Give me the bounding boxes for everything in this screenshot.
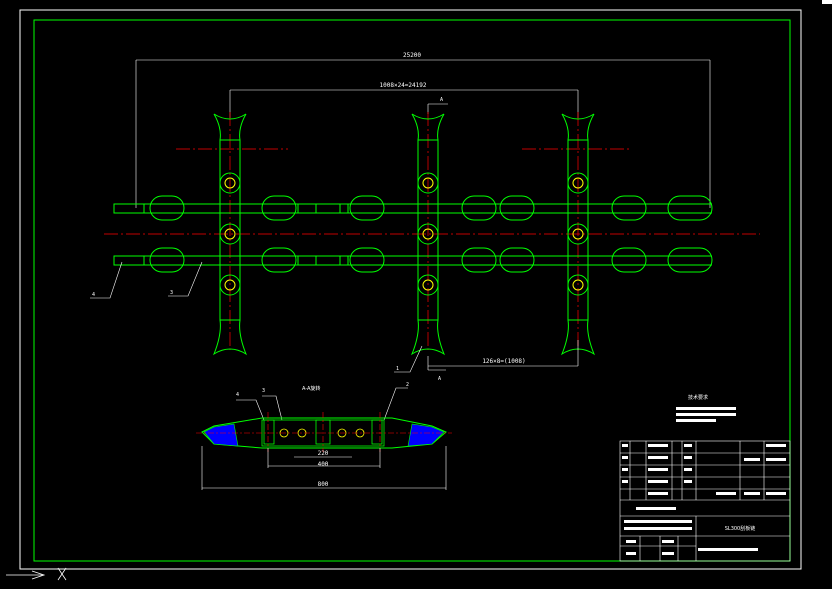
callout-6: 2 [406, 382, 409, 388]
drawing-title: SL300刮板链 [725, 525, 756, 532]
lower-chain-strand [113, 247, 713, 273]
section-dim-800: 800 [318, 481, 329, 488]
callout-5: 3 [262, 388, 265, 394]
section-view-title: A-A旋转 [302, 385, 320, 392]
link-spacing-label: 126×8=(1008) [482, 358, 525, 365]
overall-length-label: 25200 [403, 52, 421, 59]
section-view [196, 412, 452, 452]
section-dim-220: 220 [318, 450, 329, 457]
technical-notes-text [676, 407, 736, 422]
corner-marker [822, 0, 832, 4]
upper-chain-strand [113, 195, 713, 221]
callout-3: 1 [396, 366, 399, 372]
leader-lines [90, 261, 423, 421]
section-mark-top [427, 103, 448, 114]
section-mark-bottom-label: A [438, 376, 441, 382]
cad-drawing-canvas[interactable]: 25200 1008×24=24192 A 4 3 1 4 3 2 126×8=… [0, 0, 832, 589]
ucs-axis-icon [6, 567, 67, 581]
flight-spacing-label: 1008×24=24192 [380, 82, 427, 89]
callout-2: 3 [170, 290, 173, 296]
inner-frame [33, 19, 791, 562]
technical-notes-title: 技术要求 [688, 394, 708, 401]
section-dim-400: 400 [318, 461, 329, 468]
title-block-fills [622, 444, 786, 555]
flight-spacing-dimension [229, 89, 579, 118]
callout-1: 4 [92, 292, 95, 298]
callout-4: 4 [236, 392, 239, 398]
outer-frame [19, 9, 802, 570]
section-mark-top-label: A [440, 97, 443, 103]
section-mark-bottom [427, 356, 446, 371]
title-block [619, 440, 791, 562]
